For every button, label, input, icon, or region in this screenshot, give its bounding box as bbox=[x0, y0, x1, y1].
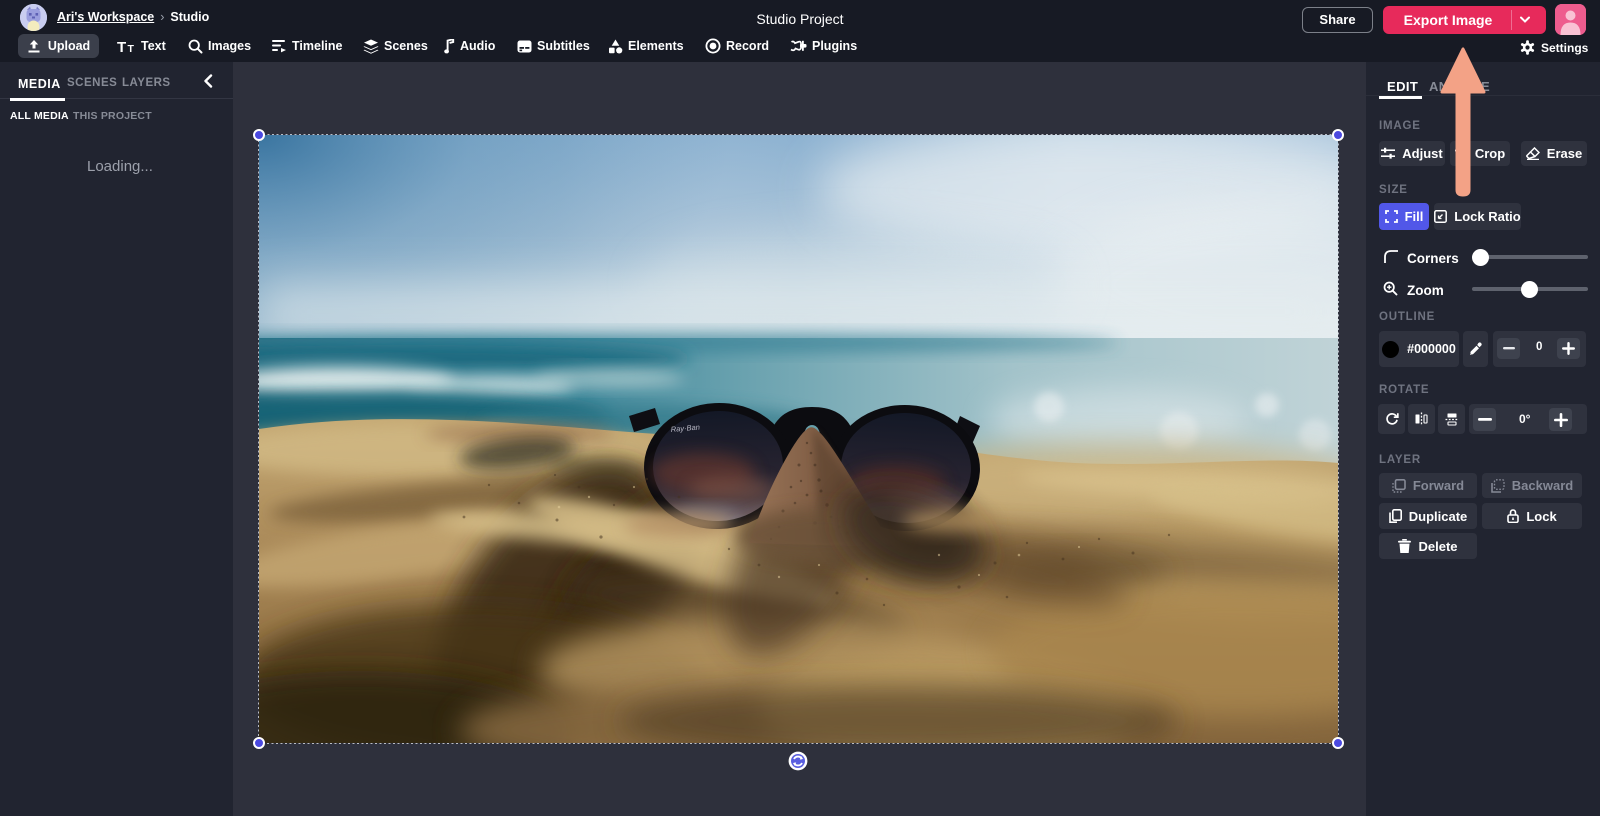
svg-text:T: T bbox=[117, 39, 126, 54]
svg-text:T: T bbox=[128, 43, 135, 54]
